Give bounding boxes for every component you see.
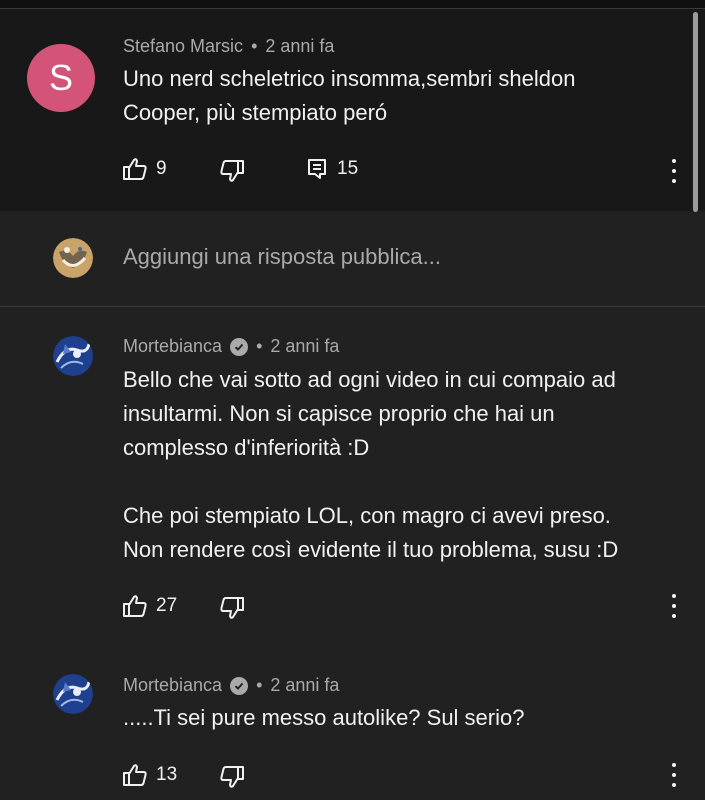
top-divider — [0, 0, 705, 9]
author-name[interactable]: Stefano Marsic — [123, 36, 243, 57]
dislike-button[interactable] — [219, 159, 245, 183]
avatar[interactable] — [53, 336, 93, 376]
like-count: 27 — [156, 595, 178, 616]
replies-button[interactable]: 15 — [307, 158, 358, 180]
author-name[interactable]: Mortebianca — [123, 336, 222, 357]
comment-icon — [308, 159, 326, 179]
comment-text: Bello che vai sotto ad ogni video in cui… — [123, 367, 619, 562]
reply-input[interactable]: Aggiungi una risposta pubblica... — [123, 244, 441, 270]
comment-menu-button[interactable] — [670, 763, 678, 787]
like-count: 13 — [156, 764, 178, 785]
thumb-down-icon — [220, 597, 244, 619]
comment-meta: Mortebianca • 2 anni fa — [123, 675, 339, 696]
author-name[interactable]: Mortebianca — [123, 675, 222, 696]
comment-text: Uno nerd scheletrico insomma,sembri shel… — [123, 66, 576, 125]
avatar — [53, 238, 93, 278]
like-button[interactable]: 27 — [122, 594, 177, 618]
timestamp[interactable]: 2 anni fa — [265, 36, 334, 57]
comment-text: .....Ti sei pure messo autolike? Sul ser… — [123, 705, 525, 730]
meta-separator: • — [256, 336, 263, 356]
reply-composer: Aggiungi una risposta pubblica... — [0, 211, 705, 307]
like-button[interactable]: 13 — [122, 763, 177, 787]
thumb-down-icon — [220, 766, 244, 788]
more-vert-icon — [672, 159, 676, 163]
thumb-down-icon — [220, 160, 244, 182]
avatar[interactable] — [53, 674, 93, 714]
parent-comment: S Stefano Marsic • 2 anni fa Uno nerd sc… — [0, 9, 705, 211]
comment-menu-button[interactable] — [670, 159, 678, 183]
reply-count: 15 — [337, 158, 359, 179]
thumb-up-icon — [123, 595, 147, 617]
more-vert-icon — [672, 763, 676, 767]
like-button[interactable]: 9 — [122, 157, 167, 181]
dislike-button[interactable] — [219, 765, 245, 789]
verified-check-icon — [230, 337, 249, 356]
timestamp[interactable]: 2 anni fa — [270, 675, 339, 696]
thumb-up-icon — [123, 764, 147, 786]
meta-separator: • — [251, 36, 258, 56]
meta-separator: • — [256, 675, 263, 695]
comment-meta: Stefano Marsic • 2 anni fa — [123, 36, 334, 57]
like-count: 9 — [156, 158, 167, 179]
comment-menu-button[interactable] — [670, 594, 678, 618]
scrollbar[interactable] — [693, 12, 698, 212]
timestamp[interactable]: 2 anni fa — [270, 336, 339, 357]
dislike-button[interactable] — [219, 596, 245, 620]
verified-check-icon — [230, 676, 249, 695]
thumb-up-icon — [123, 158, 147, 180]
comment-meta: Mortebianca • 2 anni fa — [123, 336, 339, 357]
avatar[interactable]: S — [27, 44, 95, 112]
more-vert-icon — [672, 594, 676, 598]
